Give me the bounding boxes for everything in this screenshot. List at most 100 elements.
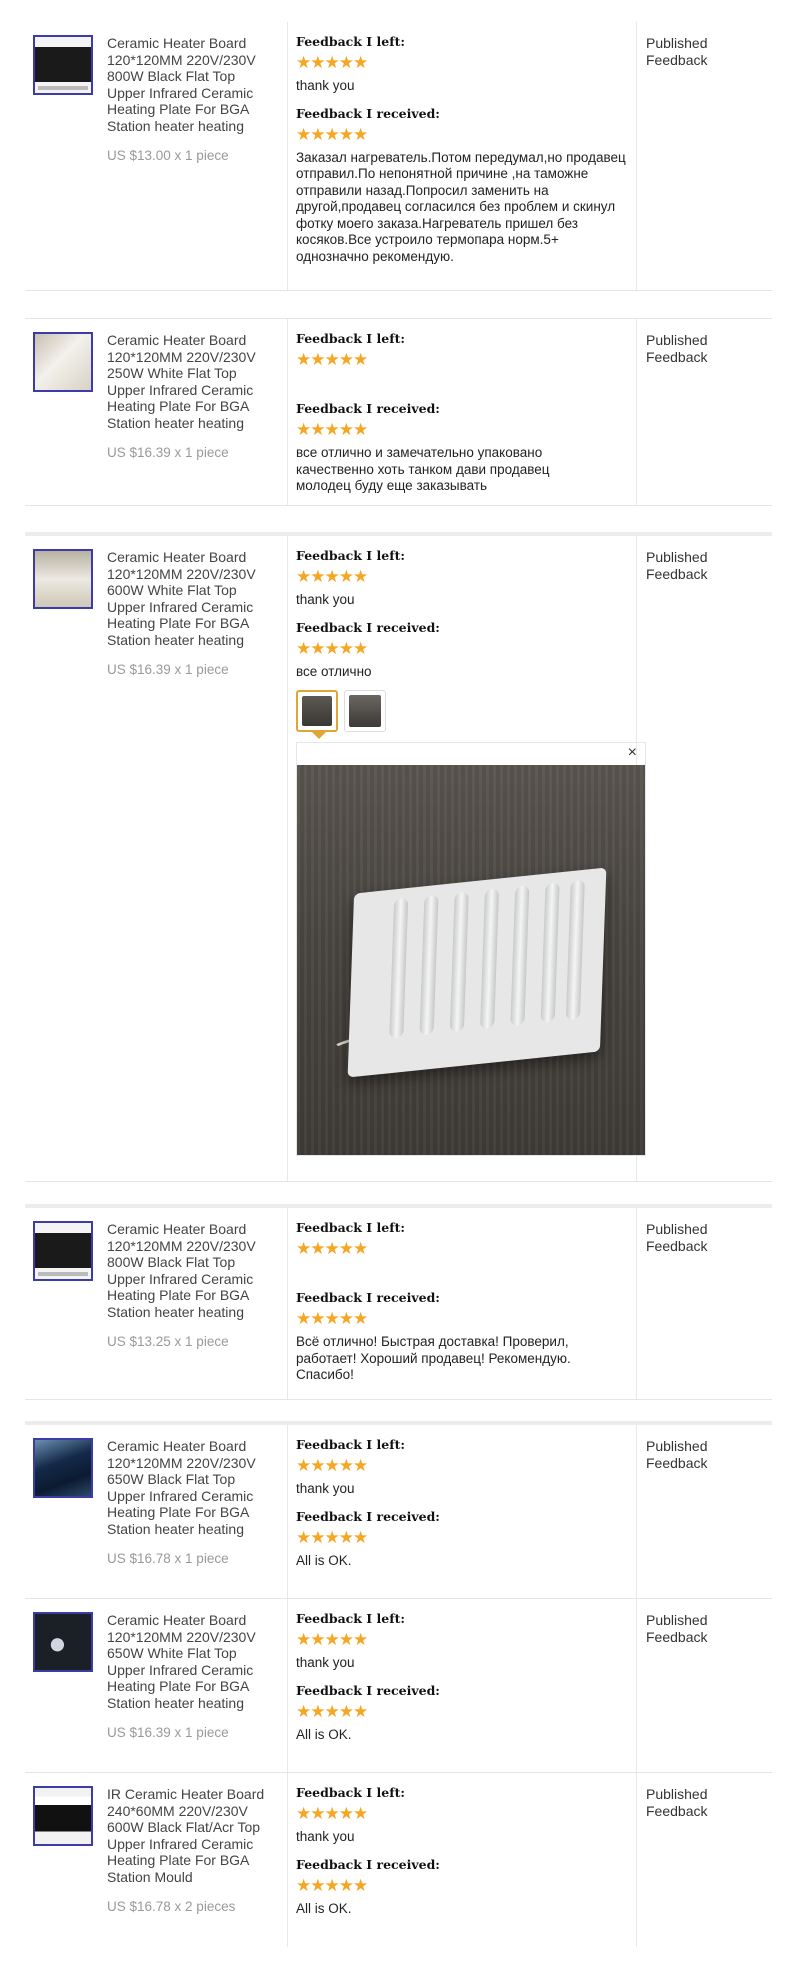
feedback-left-text: thank you [296,592,355,607]
feedback-received-label: Feedback I received: [296,1290,440,1305]
product-cell: IR Ceramic Heater Board 240*60MM 220V/23… [25,1773,288,1947]
status-published-feedback: Published Feedback [646,1221,708,1254]
feedback-received-text: Заказал нагреватель.Потом передумал,но п… [296,149,626,264]
status-cell: Published Feedback [637,536,772,1181]
feedback-received-stars: ★★★★★ [296,124,368,144]
product-cell: Ceramic Heater Board 120*120MM 220V/230V… [25,1425,288,1598]
product-title[interactable]: Ceramic Heater Board 120*120MM 220V/230V… [107,1221,267,1320]
feedback-left-label: Feedback I left: [296,1437,405,1452]
feedback-left-text: thank you [296,78,355,93]
product-price: US $16.39 x 1 piece [107,662,229,677]
order-row: Ceramic Heater Board 120*120MM 220V/230V… [25,1425,772,1599]
product-cell: Ceramic Heater Board 120*120MM 220V/230V… [25,1599,288,1772]
feedback-left-stars: ★★★★★ [296,1239,368,1258]
feedback-left-label: Feedback I left: [296,548,405,563]
close-icon[interactable]: × [628,744,637,762]
product-title[interactable]: Ceramic Heater Board 120*120MM 220V/230V… [107,35,267,134]
product-thumbnail[interactable] [33,1612,93,1672]
feedback-received-stars: ★★★★★ [296,1527,368,1547]
feedback-cell: Feedback I left: ★★★★★ thank you Feedbac… [288,1425,637,1598]
product-title[interactable]: Ceramic Heater Board 120*120MM 220V/230V… [107,549,267,648]
order-group: Ceramic Heater Board 120*120MM 220V/230V… [25,1421,772,1947]
feedback-received-label: Feedback I received: [296,1682,440,1698]
product-title[interactable]: Ceramic Heater Board 120*120MM 220V/230V… [107,332,267,431]
feedback-received-text: все отлично и замечательно упаковано кач… [296,445,550,493]
feedback-received-text: All is OK. [296,1726,352,1742]
feedback-left-label: Feedback I left: [296,1611,405,1626]
product-price: US $16.39 x 1 piece [107,1725,229,1740]
product-price: US $13.00 x 1 piece [107,148,229,163]
feedback-cell: Feedback I left: ★★★★★ thank you Feedbac… [288,22,637,290]
feedback-received-stars: ★★★★★ [296,420,368,439]
feedback-left-label: Feedback I left: [296,1220,405,1235]
feedback-left-label: Feedback I left: [296,331,405,346]
feedback-left-stars: ★★★★★ [296,1630,368,1649]
feedback-received-stars: ★★★★★ [296,1701,368,1721]
product-title[interactable]: IR Ceramic Heater Board 240*60MM 220V/23… [107,1786,267,1885]
product-price: US $16.78 x 2 pieces [107,1899,236,1914]
feedback-received-label: Feedback I received: [296,105,440,121]
feedback-left-stars: ★★★★★ [296,1804,368,1823]
product-thumbnail[interactable] [33,1438,93,1498]
feedback-left-text: thank you [296,1829,355,1844]
product-thumbnail[interactable] [33,1786,93,1846]
feedback-received-text: Всё отлично! Быстрая доставка! Проверил,… [296,1334,571,1382]
status-published-feedback: Published Feedback [646,549,708,582]
feedback-received-text: All is OK. [296,1900,352,1916]
feedback-left-label: Feedback I left: [296,34,405,49]
feedback-left-stars: ★★★★★ [296,53,368,72]
status-published-feedback: Published Feedback [646,332,708,365]
product-price: US $16.39 x 1 piece [107,445,229,460]
status-cell: Published Feedback [637,1773,772,1947]
product-cell: Ceramic Heater Board 120*120MM 220V/230V… [25,319,288,505]
status-published-feedback: Published Feedback [646,1786,708,1819]
product-thumbnail[interactable] [33,549,93,609]
feedback-received-stars: ★★★★★ [296,638,368,658]
order-group: Ceramic Heater Board 120*120MM 220V/230V… [25,22,772,291]
feedback-received-label: Feedback I received: [296,619,440,635]
order-group: Ceramic Heater Board 120*120MM 220V/230V… [25,1204,772,1400]
status-cell: Published Feedback [637,1425,772,1598]
order-row: Ceramic Heater Board 120*120MM 220V/230V… [25,1599,772,1773]
product-price: US $13.25 x 1 piece [107,1334,229,1349]
order-row: Ceramic Heater Board 120*120MM 220V/230V… [25,318,772,506]
feedback-left-stars: ★★★★★ [296,350,368,369]
feedback-cell: Feedback I left: ★★★★★ thank you Feedbac… [288,536,646,1181]
product-cell: Ceramic Heater Board 120*120MM 220V/230V… [25,1208,288,1399]
feedback-cell: Feedback I left: ★★★★★ thank you Feedbac… [288,1599,637,1772]
feedback-photo-large [297,765,645,1155]
product-cell: Ceramic Heater Board 120*120MM 220V/230V… [25,22,288,290]
feedback-cell: Feedback I left: ★★★★★ Feedback I receiv… [288,1208,637,1399]
feedback-received-label: Feedback I received: [296,401,440,416]
product-thumbnail[interactable] [33,1221,93,1281]
feedback-left-text: thank you [296,1655,355,1670]
feedback-cell: Feedback I left: ★★★★★ Feedback I receiv… [288,319,637,505]
order-row: Ceramic Heater Board 120*120MM 220V/230V… [25,536,772,1182]
status-cell: Published Feedback [637,1208,772,1399]
order-row: Ceramic Heater Board 120*120MM 220V/230V… [25,22,772,291]
status-cell: Published Feedback [637,319,772,505]
product-thumbnail[interactable] [33,332,93,392]
status-published-feedback: Published Feedback [646,1438,708,1471]
product-thumbnail[interactable] [33,35,93,95]
order-group: Ceramic Heater Board 120*120MM 220V/230V… [25,318,772,506]
feedback-received-stars: ★★★★★ [296,1875,368,1895]
feedback-left-stars: ★★★★★ [296,1456,368,1475]
feedback-left-stars: ★★★★★ [296,567,368,586]
feedback-received-label: Feedback I received: [296,1508,440,1524]
order-group: Ceramic Heater Board 120*120MM 220V/230V… [25,532,772,1182]
product-price: US $16.78 x 1 piece [107,1551,229,1566]
status-published-feedback: Published Feedback [646,35,708,68]
feedback-photo-thumb-selected[interactable] [296,690,338,739]
feedback-left-label: Feedback I left: [296,1785,405,1800]
feedback-left-text: thank you [296,1481,355,1496]
status-cell: Published Feedback [637,1599,772,1772]
order-row: Ceramic Heater Board 120*120MM 220V/230V… [25,1208,772,1400]
feedback-received-text: все отлично [296,663,372,679]
status-published-feedback: Published Feedback [646,1612,708,1645]
product-title[interactable]: Ceramic Heater Board 120*120MM 220V/230V… [107,1612,267,1711]
feedback-received-label: Feedback I received: [296,1856,440,1872]
feedback-photo-thumb[interactable] [344,690,386,732]
status-cell: Published Feedback [637,22,772,290]
product-title[interactable]: Ceramic Heater Board 120*120MM 220V/230V… [107,1438,267,1537]
